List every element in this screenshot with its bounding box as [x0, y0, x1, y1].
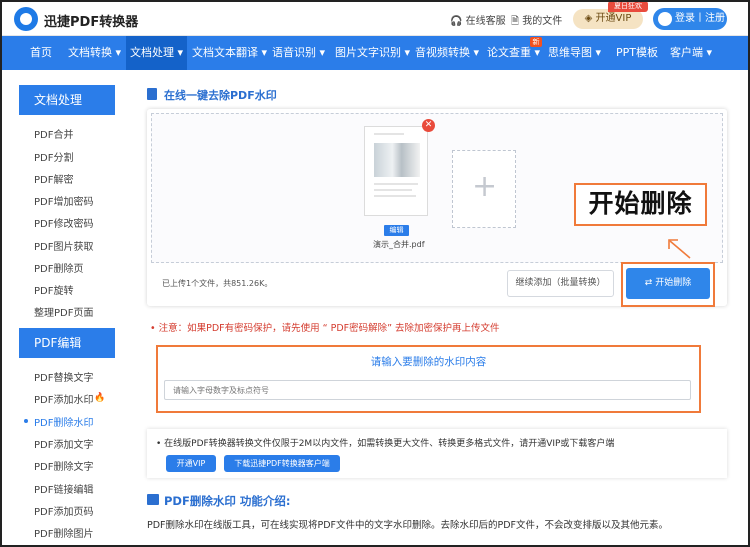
sidebar-item-add-watermark[interactable]: PDF添加水印	[34, 391, 93, 406]
plus-icon: +	[472, 169, 498, 204]
page-frame: 迅捷PDF转换器 🎧 在线客服 🗎 我的文件 ◈ 开通VIP 夏日狂欢 登录丨注…	[0, 0, 750, 547]
sidebar-item-replace-text[interactable]: PDF替换文字	[34, 369, 93, 384]
headset-icon: 🎧	[450, 16, 463, 27]
limit-info-text: • 在线版PDF转换器转换文件仅限于2M以内文件，如需转换更大文件、转换更多格式…	[156, 439, 615, 449]
nav-home[interactable]: 首页	[30, 36, 52, 70]
nav-doc-translate[interactable]: 文档文本翻译 ▾	[192, 36, 267, 70]
document-icon	[147, 88, 157, 100]
sidebar-item-pdf-add-password[interactable]: PDF增加密码	[34, 193, 93, 208]
thumbnail-image	[374, 143, 420, 177]
sidebar-item-add-text[interactable]: PDF添加文字	[34, 436, 93, 451]
diamond-icon: ◈	[584, 13, 593, 24]
sidebar-item-pdf-merge[interactable]: PDF合并	[34, 126, 73, 141]
sidebar-item-pdf-extract-images[interactable]: PDF图片获取	[34, 238, 93, 253]
sidebar-heading-pdf-edit[interactable]: PDF编辑	[19, 328, 115, 358]
active-indicator-dot	[24, 419, 28, 423]
password-notice: • 注意：如果PDF有密码保护，请先使用 “ PDF密码解除” 去除加密保护再上…	[150, 323, 500, 334]
thumb-line	[374, 189, 412, 191]
sidebar-item-delete-images[interactable]: PDF删除图片	[34, 525, 93, 540]
main-nav: 首页 文档转换 ▾ 文档处理 ▾ 文档文本翻译 ▾ 语音识别 ▾ 图片文字识别 …	[2, 36, 748, 70]
file-icon: 🗎	[511, 16, 520, 27]
edit-file-button[interactable]: 编辑	[384, 225, 409, 236]
intro-text: PDF删除水印在线版工具，可在线实现将PDF文件中的文字水印删除。去除水印后的P…	[147, 520, 669, 531]
vip-promo-badge: 夏日狂欢	[608, 2, 648, 12]
sidebar-item-add-page-number[interactable]: PDF添加页码	[34, 503, 93, 518]
login-label: 登录丨注册	[675, 13, 725, 24]
nav-doc-convert[interactable]: 文档转换 ▾	[68, 36, 121, 70]
info-vip-button[interactable]: 开通VIP	[166, 455, 216, 472]
login-register-button[interactable]: 登录丨注册	[653, 8, 727, 30]
brand-logo-icon[interactable]	[14, 7, 38, 31]
nav-ppt-template[interactable]: PPT模板	[616, 36, 658, 70]
nav-doc-process[interactable]: 文档处理 ▾	[126, 36, 188, 70]
start-delete-button[interactable]: ⇄ 开始删除	[626, 268, 710, 299]
top-bar: 迅捷PDF转换器 🎧 在线客服 🗎 我的文件 ◈ 开通VIP 夏日狂欢 登录丨注…	[2, 2, 748, 36]
my-files-label: 我的文件	[522, 16, 563, 27]
sidebar-item-remove-watermark[interactable]: PDF删除水印	[34, 414, 93, 429]
sidebar-heading-doc-process[interactable]: 文档处理	[19, 85, 115, 115]
my-files-link[interactable]: 🗎 我的文件	[511, 12, 562, 31]
nav-av-convert[interactable]: 音视频转换 ▾	[415, 36, 479, 70]
remove-file-close-icon[interactable]: ✕	[422, 119, 435, 132]
intro-title: PDF删除水印 功能介绍:	[164, 494, 291, 508]
sidebar-item-link-edit[interactable]: PDF链接编辑	[34, 481, 93, 496]
callout-arrow-icon	[668, 239, 691, 259]
thumb-line	[374, 195, 416, 197]
brand-name[interactable]: 迅捷PDF转换器	[44, 11, 138, 30]
thumb-line	[374, 133, 404, 135]
watermark-input-title: 请输入要删除的水印内容	[370, 356, 487, 368]
file-name: 演示_合并.pdf	[373, 240, 425, 249]
thumb-line	[374, 183, 418, 185]
start-delete-label: 开始删除	[655, 278, 692, 288]
customer-service-link[interactable]: 🎧 在线客服	[450, 12, 506, 27]
intro-icon	[147, 494, 159, 505]
vip-button[interactable]: ◈ 开通VIP	[573, 9, 643, 29]
upload-summary: 已上传1个文件，共851.26K。	[162, 279, 273, 288]
new-badge: 新	[530, 37, 542, 47]
customer-service-label: 在线客服	[465, 16, 506, 27]
page-title: 在线一键去除PDF水印	[164, 89, 277, 102]
swap-icon: ⇄	[644, 278, 653, 288]
nav-speech[interactable]: 语音识别 ▾	[272, 36, 325, 70]
start-delete-callout: 开始删除	[574, 183, 707, 226]
sidebar-item-organize-pages[interactable]: 整理PDF页面	[34, 304, 93, 319]
sidebar-item-pdf-decrypt[interactable]: PDF解密	[34, 171, 73, 186]
sidebar-item-delete-text[interactable]: PDF删除文字	[34, 458, 93, 473]
nav-image-ocr[interactable]: 图片文字识别 ▾	[335, 36, 410, 70]
user-icon	[658, 12, 672, 26]
hot-flame-icon: 🔥	[94, 393, 106, 403]
sidebar-item-pdf-change-password[interactable]: PDF修改密码	[34, 215, 93, 230]
continue-add-button[interactable]: 继续添加（批量转换）	[507, 270, 614, 297]
vip-label: 开通VIP	[595, 13, 632, 24]
nav-mindmap[interactable]: 思维导图 ▾	[548, 36, 601, 70]
download-client-button[interactable]: 下载迅捷PDF转换器客户端	[224, 455, 340, 472]
nav-client[interactable]: 客户端 ▾	[670, 36, 712, 70]
watermark-text-input[interactable]	[164, 380, 691, 400]
sidebar-item-pdf-split[interactable]: PDF分割	[34, 149, 73, 164]
sidebar-item-pdf-delete-pages[interactable]: PDF删除页	[34, 260, 83, 275]
sidebar-item-pdf-rotate[interactable]: PDF旋转	[34, 282, 73, 297]
